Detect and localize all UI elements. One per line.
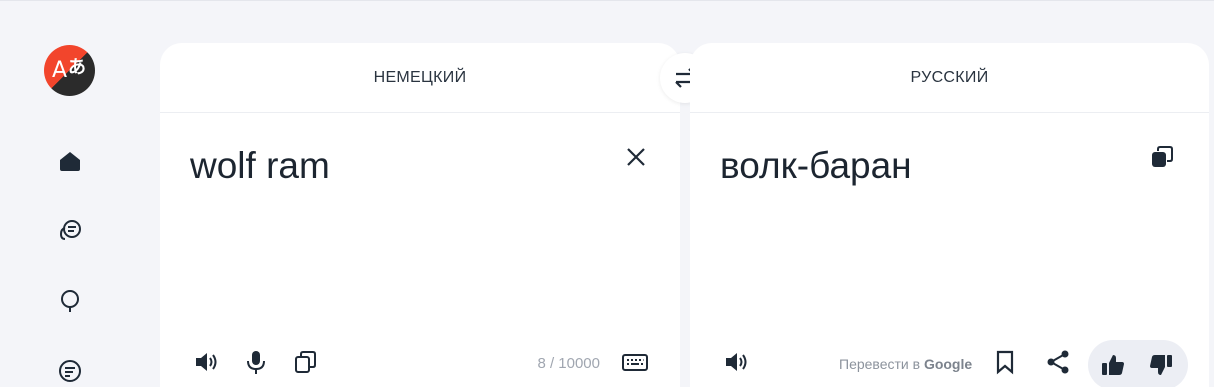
source-language-selector[interactable]: НЕМЕЦКИЙ: [160, 43, 680, 113]
translation-text: волк-баран: [720, 145, 912, 186]
google-link-prefix: Перевести в: [839, 356, 924, 372]
chat-translate-icon[interactable]: [56, 217, 84, 245]
logo-kana: あ: [68, 57, 86, 78]
bulb-icon[interactable]: [56, 287, 84, 315]
logo-letter-a: A: [52, 58, 68, 83]
translate-logo[interactable]: A あ: [44, 45, 95, 96]
share-icon[interactable]: [1043, 348, 1073, 376]
translate-in-google-link[interactable]: Перевести в Google: [839, 356, 972, 372]
thumbs-up-icon[interactable]: [1098, 351, 1128, 379]
target-panel: РУССКИЙ волк-баран Перевести в Google: [690, 43, 1209, 387]
microphone-icon[interactable]: [241, 348, 271, 376]
top-divider: [0, 0, 1214, 3]
copy-icon[interactable]: [290, 348, 320, 376]
target-language-selector[interactable]: РУССКИЙ: [690, 43, 1209, 113]
keyboard-icon[interactable]: [620, 348, 650, 376]
thumbs-down-icon[interactable]: [1146, 351, 1176, 379]
sidebar: A あ: [0, 0, 140, 387]
source-text-input[interactable]: wolf ram: [190, 145, 330, 187]
bookmark-icon[interactable]: [990, 348, 1020, 376]
speaker-icon[interactable]: [191, 348, 221, 376]
close-icon[interactable]: [622, 143, 650, 171]
character-counter: 8 / 10000: [537, 355, 600, 372]
speaker-icon[interactable]: [721, 348, 751, 376]
google-link-brand: Google: [923, 356, 973, 372]
home-icon[interactable]: [56, 147, 84, 175]
document-icon[interactable]: [56, 357, 84, 385]
copy-icon[interactable]: [1149, 144, 1177, 172]
source-panel: НЕМЕЦКИЙ wolf ram 8 / 10000: [160, 43, 680, 387]
feedback-group: [1088, 340, 1188, 387]
